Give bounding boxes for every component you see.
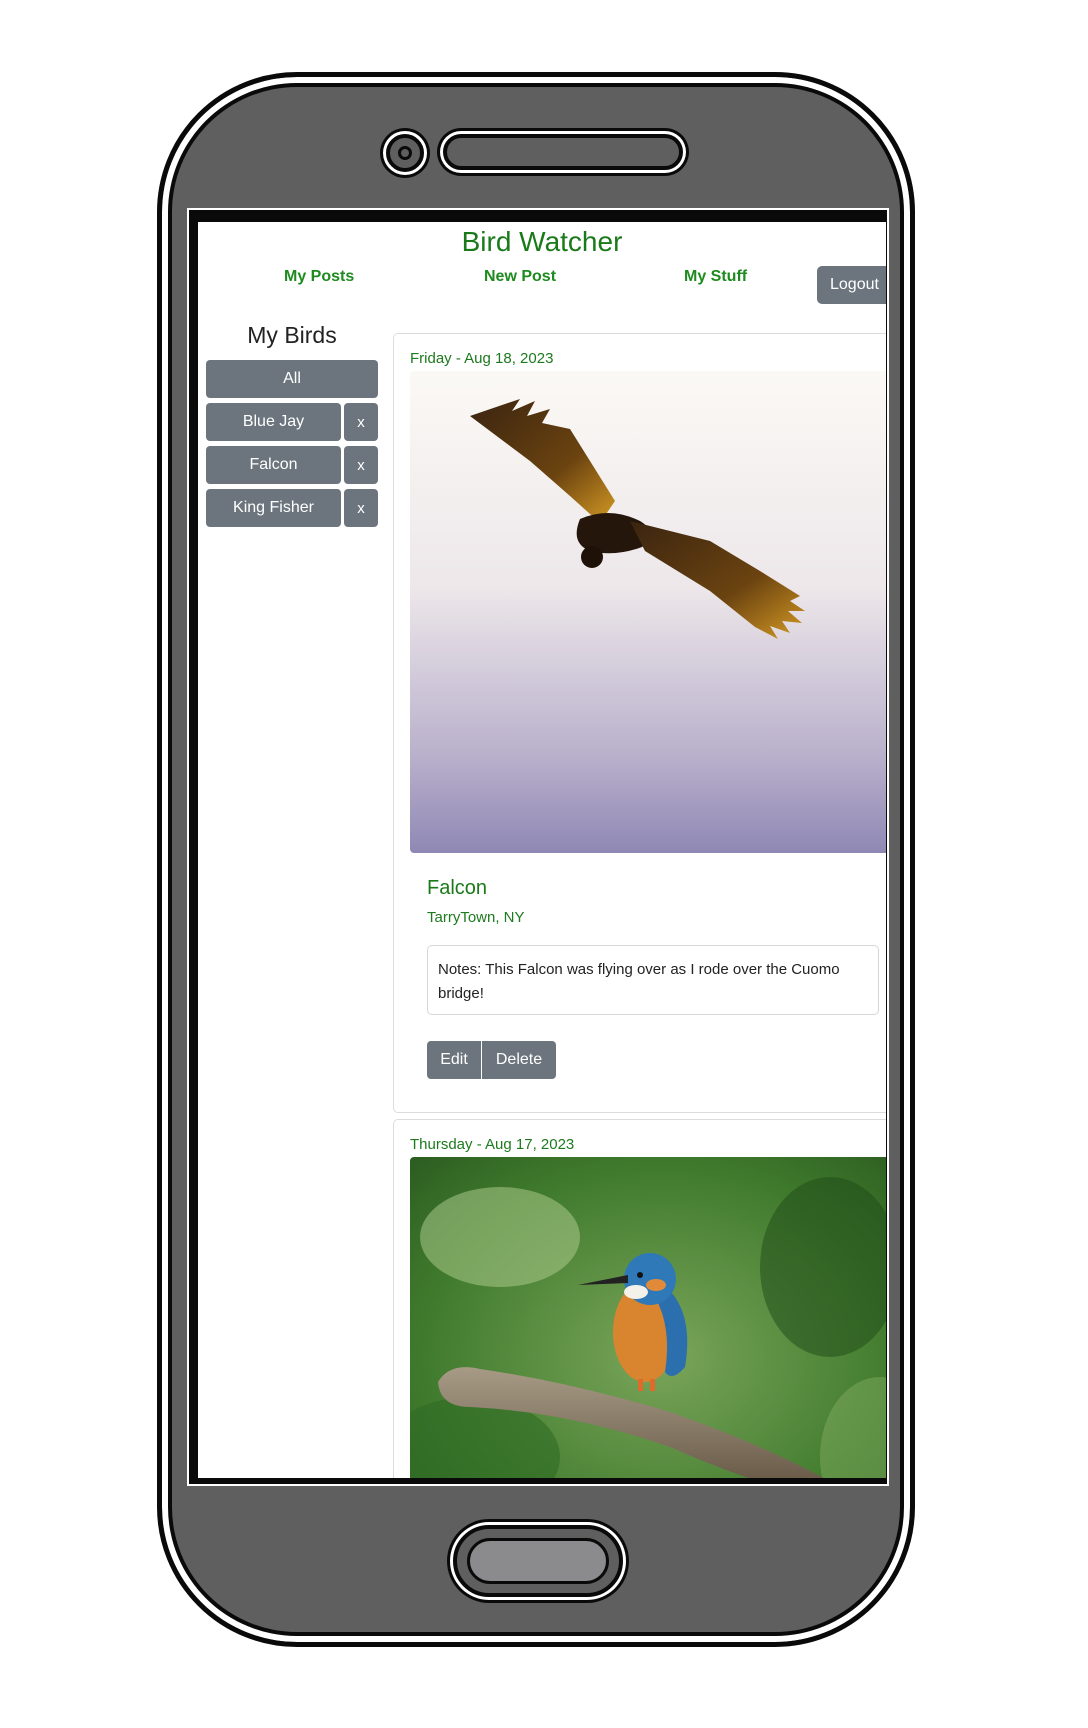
delete-bird-king-fisher-button[interactable]: x [344, 489, 378, 527]
post-bird-name: Falcon [427, 877, 488, 899]
home-button[interactable] [453, 1525, 623, 1597]
post-card: Friday - Aug 18, 2023 Falcon TarryTown, … [393, 333, 886, 1113]
filter-all-button[interactable]: All [206, 360, 378, 398]
post-notes: Notes: This Falcon was flying over as I … [427, 945, 879, 1015]
front-camera-icon [386, 134, 424, 172]
nav-my-stuff-link[interactable]: My Stuff [684, 268, 747, 286]
app-screen: Bird Watcher My Posts New Post My Stuff … [198, 222, 886, 1478]
post-card: Thursday - Aug 17, 2023 [393, 1119, 886, 1478]
delete-bird-blue-jay-button[interactable]: x [344, 403, 378, 441]
bird-filter-falcon[interactable]: Falcon [206, 446, 341, 484]
post-date: Thursday - Aug 17, 2023 [410, 1136, 575, 1153]
delete-post-button[interactable]: Delete [482, 1041, 556, 1079]
bird-filter-blue-jay[interactable]: Blue Jay [206, 403, 341, 441]
edit-post-button[interactable]: Edit [427, 1041, 481, 1079]
logout-button[interactable]: Logout [817, 266, 886, 304]
post-location: TarryTown, NY [427, 909, 525, 926]
post-date: Friday - Aug 18, 2023 [410, 350, 554, 367]
speaker-grille [443, 134, 683, 170]
bird-filter-king-fisher[interactable]: King Fisher [206, 489, 341, 527]
kingfisher-photo [410, 1157, 886, 1478]
delete-bird-falcon-button[interactable]: x [344, 446, 378, 484]
falcon-photo [410, 371, 886, 853]
nav-new-post-link[interactable]: New Post [484, 268, 556, 286]
bird-filter-row: King Fisher x [206, 489, 378, 527]
bird-filter-row: Blue Jay x [206, 403, 378, 441]
nav-my-posts-link[interactable]: My Posts [284, 268, 354, 286]
app-title: Bird Watcher [461, 226, 623, 257]
sidebar-title: My Birds [247, 322, 337, 348]
bird-filter-row: Falcon x [206, 446, 378, 484]
